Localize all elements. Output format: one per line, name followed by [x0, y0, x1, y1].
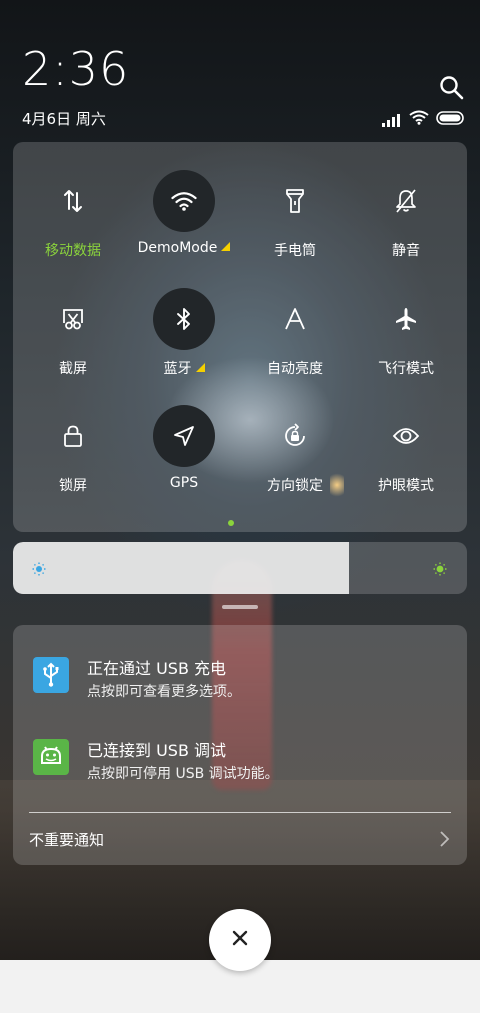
tile-label: 锁屏	[59, 478, 87, 494]
android-debug-icon	[33, 739, 69, 775]
bluetooth-icon	[153, 288, 215, 350]
battery-icon	[436, 110, 466, 129]
tile-label: 自动亮度	[267, 361, 323, 377]
wifi-icon	[409, 110, 429, 129]
tile-label: DemoMode	[137, 240, 218, 256]
brightness-level-fill	[13, 542, 349, 594]
tile-label-row: DemoMode	[129, 240, 239, 256]
expand-triangle-icon	[221, 242, 231, 251]
tile-label: GPS	[169, 475, 199, 491]
date[interactable]: 4月6日 周六	[22, 108, 106, 129]
signal-icon	[382, 113, 402, 127]
tile-flashlight[interactable]: 手电筒	[240, 170, 350, 274]
expand-triangle-icon	[195, 363, 205, 372]
quick-settings-panel: 移动数据 DemoMode 手电筒 静音 截屏 蓝牙 自动亮度 飞行模式 锁屏 …	[13, 142, 467, 532]
tile-label: 手电筒	[274, 243, 316, 259]
tile-mobile-data[interactable]: 移动数据	[18, 170, 128, 274]
tile-wifi[interactable]: DemoMode	[129, 170, 239, 274]
tile-eye-care[interactable]: 护眼模式	[351, 405, 461, 509]
tile-auto-brightness[interactable]: 自动亮度	[240, 288, 350, 392]
sun-large-icon	[433, 561, 447, 576]
notification-subtitle: 点按即可查看更多选项。	[87, 684, 241, 700]
eye-icon	[375, 405, 437, 467]
clock[interactable]: 2:36	[22, 46, 129, 92]
notification-panel: 正在通过 USB 充电 点按即可查看更多选项。 已连接到 USB 调试 点按即可…	[13, 625, 467, 865]
auto-brightness-icon	[264, 288, 326, 350]
notification-usb-charging[interactable]: 正在通过 USB 充电 点按即可查看更多选项。	[13, 647, 467, 717]
sun-small-icon	[32, 561, 46, 576]
tile-bluetooth[interactable]: 蓝牙	[129, 288, 239, 392]
tile-rotation-lock[interactable]: 方向锁定	[240, 405, 350, 509]
tile-mute[interactable]: 静音	[351, 170, 461, 274]
tile-label: 截屏	[59, 361, 87, 377]
chevron-right-icon[interactable]	[437, 829, 451, 849]
mobile-data-icon	[42, 170, 104, 232]
usb-icon	[33, 657, 69, 693]
close-icon	[231, 929, 249, 951]
brightness-slider[interactable]	[13, 542, 467, 594]
tile-label: 飞行模式	[378, 361, 434, 377]
search-icon[interactable]	[438, 74, 466, 102]
close-button[interactable]	[209, 909, 271, 971]
tile-label: 静音	[392, 243, 420, 259]
tile-screenshot[interactable]: 截屏	[18, 288, 128, 392]
tile-label: 方向锁定	[267, 478, 323, 494]
screenshot-icon	[42, 288, 104, 350]
wifi-icon	[153, 170, 215, 232]
tile-lock-screen[interactable]: 锁屏	[18, 405, 128, 509]
mute-bell-icon	[375, 170, 437, 232]
tile-label-row: 蓝牙	[129, 358, 239, 378]
notification-usb-debugging[interactable]: 已连接到 USB 调试 点按即可停用 USB 调试功能。	[13, 729, 467, 799]
status-bar-icons	[382, 110, 466, 129]
notification-title: 正在通过 USB 充电	[87, 659, 227, 678]
notification-title: 已连接到 USB 调试	[87, 741, 227, 760]
tile-airplane[interactable]: 飞行模式	[351, 288, 461, 392]
tile-label: 护眼模式	[378, 478, 434, 494]
lock-icon	[42, 405, 104, 467]
tile-gps[interactable]: GPS	[129, 405, 239, 509]
tile-label: 蓝牙	[163, 361, 192, 377]
notification-subtitle: 点按即可停用 USB 调试功能。	[87, 766, 279, 782]
page-indicator	[228, 520, 234, 526]
divider	[29, 812, 451, 813]
rotation-lock-icon	[264, 405, 326, 467]
drag-handle[interactable]	[222, 605, 258, 609]
tile-label: 移动数据	[45, 243, 101, 259]
airplane-icon	[375, 288, 437, 350]
flashlight-icon	[264, 170, 326, 232]
unimportant-notifications-link[interactable]: 不重要通知	[29, 829, 104, 850]
gps-icon	[153, 405, 215, 467]
